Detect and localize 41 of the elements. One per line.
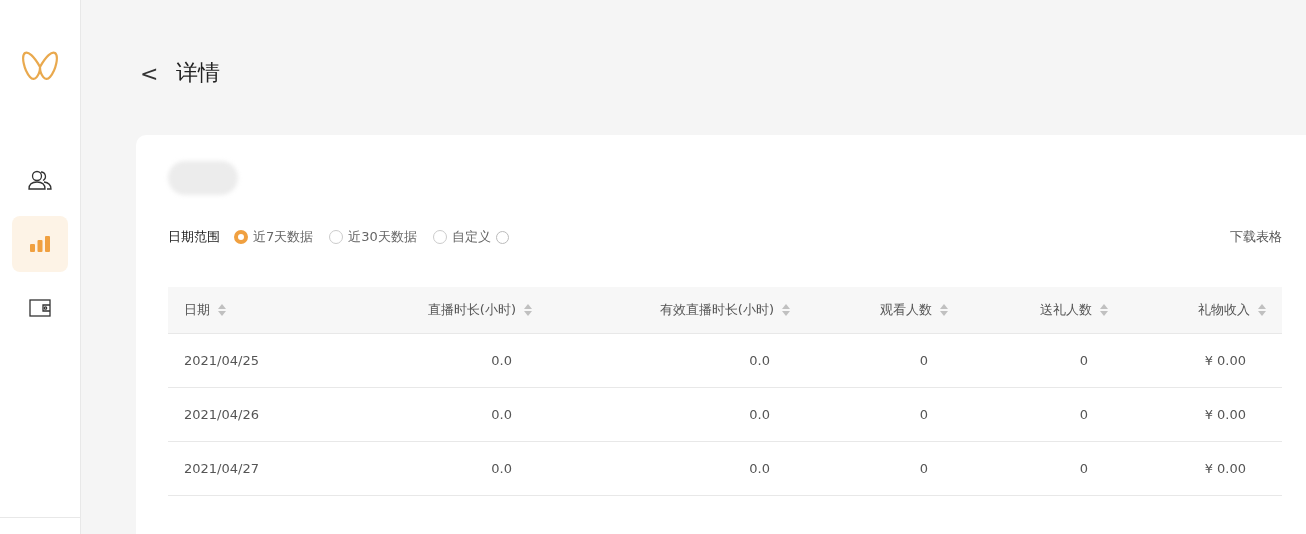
table-cell: 2021/04/25 <box>168 334 368 388</box>
column-header[interactable]: 观看人数 <box>806 287 964 334</box>
radio-option[interactable]: 自定义 <box>432 228 509 246</box>
table-cell: 0 <box>806 334 964 388</box>
table-cell: ¥ 0.00 <box>1124 388 1282 442</box>
table-cell: ¥ 0.00 <box>1124 334 1282 388</box>
table-cell: 0.0 <box>368 442 548 496</box>
table-cell: 0.0 <box>368 388 548 442</box>
sort-icon[interactable] <box>524 304 532 316</box>
bar-chart-icon <box>29 235 51 253</box>
back-button[interactable]: < <box>136 60 163 86</box>
table-cell: 0 <box>964 442 1124 496</box>
sort-icon[interactable] <box>782 304 790 316</box>
table-cell: 0 <box>964 388 1124 442</box>
table-cell: 0 <box>964 334 1124 388</box>
sort-icon[interactable] <box>1258 304 1266 316</box>
column-header[interactable]: 送礼人数 <box>964 287 1124 334</box>
column-header[interactable]: 礼物收入 <box>1124 287 1282 334</box>
sort-icon[interactable] <box>218 304 226 316</box>
filter-label: 日期范围 <box>168 228 220 246</box>
people-icon <box>28 169 52 191</box>
table-cell: 0.0 <box>548 334 806 388</box>
download-link[interactable]: 下载表格 <box>1230 228 1282 246</box>
column-header[interactable]: 有效直播时长(小时) <box>548 287 806 334</box>
radio-icon[interactable] <box>234 230 248 244</box>
table-cell: 0.0 <box>548 442 806 496</box>
table-cell: 0 <box>806 388 964 442</box>
table-cell: 0 <box>806 442 964 496</box>
radio-option[interactable]: 近7天数据 <box>234 228 314 246</box>
table-cell: 0.0 <box>368 334 548 388</box>
table-cell: 2021/04/27 <box>168 442 368 496</box>
table-cell: 0.0 <box>548 388 806 442</box>
sort-icon[interactable] <box>1100 304 1108 316</box>
column-header[interactable]: 直播时长(小时) <box>368 287 548 334</box>
sort-icon[interactable] <box>940 304 948 316</box>
radio-option[interactable]: 近30天数据 <box>329 228 417 246</box>
page-title: 详情 <box>176 59 221 87</box>
table-cell: ¥ 0.00 <box>1124 442 1282 496</box>
wallet-icon <box>29 299 51 317</box>
table-cell: 2021/04/26 <box>168 388 368 442</box>
column-header[interactable]: 日期 <box>168 287 368 334</box>
